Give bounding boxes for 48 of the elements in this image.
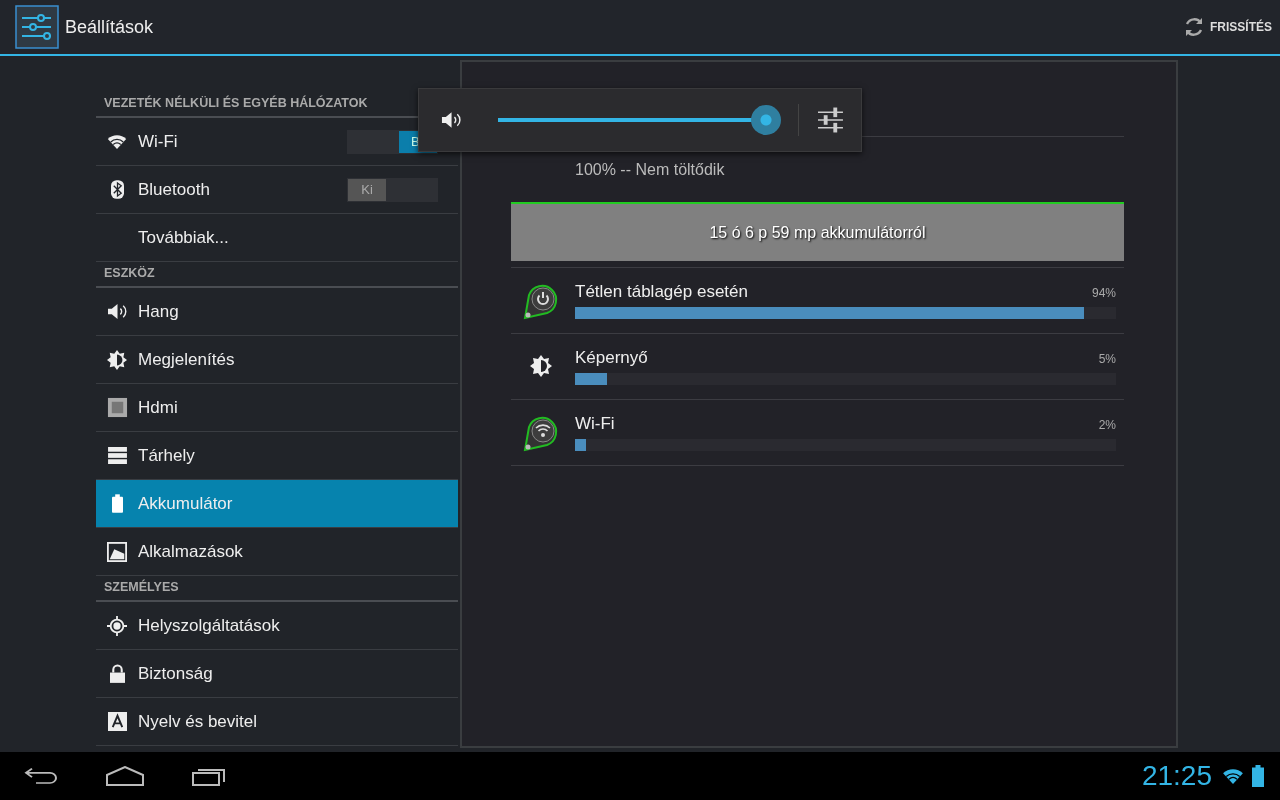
switch-thumb: Ki <box>348 178 386 201</box>
bluetooth-icon <box>110 180 124 199</box>
settings-item[interactable]: Megjelenítés <box>96 336 458 384</box>
usage-label: Wi-Fi <box>575 414 615 434</box>
usage-percent: 5% <box>1098 352 1116 366</box>
equalizer-icon[interactable] <box>818 107 843 133</box>
slider-thumb[interactable] <box>751 105 782 135</box>
screen-icon <box>106 397 128 418</box>
settings-item[interactable]: Hang <box>96 288 458 336</box>
settings-item[interactable]: Biztonság <box>96 650 458 698</box>
section-header: ESZKÖZ <box>96 262 458 288</box>
battery-status: 100% -- Nem töltődik <box>574 160 726 180</box>
usage-label: Képernyő <box>575 348 648 368</box>
apps-icon <box>107 541 127 562</box>
graph-label: 15 ó 6 p 59 mp akkumulátorról <box>709 223 926 242</box>
section-header: SZEMÉLYES <box>96 576 458 602</box>
usage-percent: 94% <box>1091 286 1116 300</box>
settings-item[interactable]: Továbbiak... <box>96 214 458 262</box>
battery-icon <box>1252 765 1264 787</box>
speaker-icon <box>441 110 463 130</box>
battery-icon <box>111 494 123 513</box>
brightness-icon <box>107 349 127 370</box>
settings-item[interactable]: Hdmi <box>96 384 458 432</box>
clock: 21:25 <box>1141 760 1212 792</box>
back-icon[interactable] <box>24 766 58 786</box>
usage-item[interactable]: Képernyő 5% <box>511 333 1124 399</box>
home-icon[interactable] <box>106 766 144 786</box>
app-title: Beállítások <box>65 16 154 38</box>
wifi-icon <box>1222 767 1244 785</box>
volume-slider[interactable] <box>498 105 782 135</box>
refresh-button[interactable]: FRISSÍTÉS <box>1182 15 1272 39</box>
settings-item[interactable]: Alkalmazások <box>96 528 458 576</box>
usage-percent: 2% <box>1098 418 1116 432</box>
lock-icon <box>109 664 125 683</box>
usage-item[interactable]: Tétlen táblagép esetén 94% <box>511 267 1124 333</box>
usage-item[interactable]: Wi-Fi 2% <box>511 399 1124 466</box>
storage-icon <box>107 447 127 464</box>
recent-apps-icon[interactable] <box>192 766 228 786</box>
usage-label: Tétlen táblagép esetén <box>575 282 748 302</box>
settings-item[interactable]: Bluetooth Ki <box>96 166 458 214</box>
wifi-icon <box>107 133 127 150</box>
settings-item[interactable]: Nyelv és bevitel <box>96 698 458 746</box>
location-icon <box>107 615 127 636</box>
speaker-icon <box>106 302 128 321</box>
settings-item[interactable]: Helyszolgáltatások <box>96 602 458 650</box>
keyboard-letter-icon <box>107 712 127 731</box>
settings-item[interactable]: Akkumulátor <box>96 480 458 528</box>
settings-sliders-icon[interactable] <box>15 5 59 49</box>
